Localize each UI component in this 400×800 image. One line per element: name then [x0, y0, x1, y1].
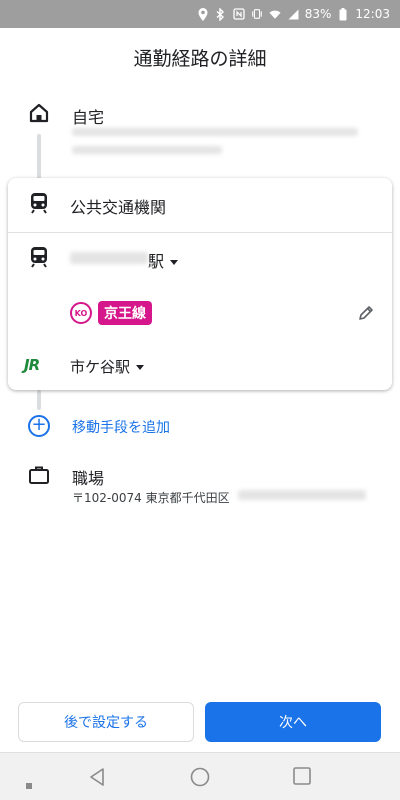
home-nav-icon[interactable] — [190, 767, 210, 791]
work-address: 〒102-0074 東京都千代田区 — [72, 491, 230, 505]
destination-station-label: 市ケ谷駅 — [70, 358, 131, 376]
work-label[interactable]: 職場 — [72, 465, 104, 489]
chevron-down-icon — [136, 365, 145, 370]
train-icon — [28, 246, 50, 268]
route-connector — [37, 390, 41, 410]
add-circle-icon[interactable]: + — [28, 415, 50, 437]
transit-card: 公共交通機関 駅 KO 京王線 JR 市ケ谷駅 — [8, 178, 392, 390]
destination-station-dropdown[interactable]: 市ケ谷駅 — [70, 356, 145, 377]
edit-pencil-icon[interactable] — [355, 302, 377, 324]
back-icon[interactable] — [88, 767, 106, 791]
home-address-redacted — [72, 128, 358, 136]
line-badge: 京王線 — [98, 301, 152, 325]
bluetooth-icon — [215, 7, 227, 21]
status-bar: 83% 12:03 — [0, 0, 400, 28]
origin-station-redacted — [70, 252, 148, 264]
origin-station-dropdown[interactable]: 駅 — [148, 248, 179, 272]
origin-station-suffix: 駅 — [148, 252, 165, 271]
navigation-bar — [0, 752, 400, 800]
set-later-button[interactable]: 後で設定する — [18, 702, 194, 742]
battery-percent: 83% — [304, 7, 332, 21]
recents-icon[interactable] — [293, 767, 311, 789]
work-address-redacted — [238, 490, 366, 500]
keio-logo-icon: KO — [70, 302, 92, 324]
transit-icon — [28, 192, 50, 214]
chevron-down-icon — [170, 260, 179, 265]
nav-dot-icon[interactable] — [26, 774, 32, 793]
location-icon — [197, 7, 209, 21]
home-icon — [28, 102, 50, 124]
home-address-redacted — [72, 146, 222, 154]
wifi-icon — [269, 7, 281, 21]
briefcase-icon — [28, 464, 50, 486]
card-divider — [8, 232, 392, 233]
transit-label[interactable]: 公共交通機関 — [70, 194, 166, 218]
jr-logo-icon: JR — [24, 356, 40, 374]
nfc-icon — [233, 7, 245, 21]
battery-icon — [337, 7, 349, 21]
add-transport-link[interactable]: 移動手段を追加 — [72, 417, 170, 437]
vibrate-icon — [251, 7, 263, 21]
home-label[interactable]: 自宅 — [72, 104, 104, 128]
next-button[interactable]: 次へ — [205, 702, 381, 742]
page-title: 通勤経路の詳細 — [133, 48, 267, 70]
clock: 12:03 — [355, 7, 390, 21]
signal-icon — [287, 7, 299, 21]
route-connector — [37, 134, 41, 180]
